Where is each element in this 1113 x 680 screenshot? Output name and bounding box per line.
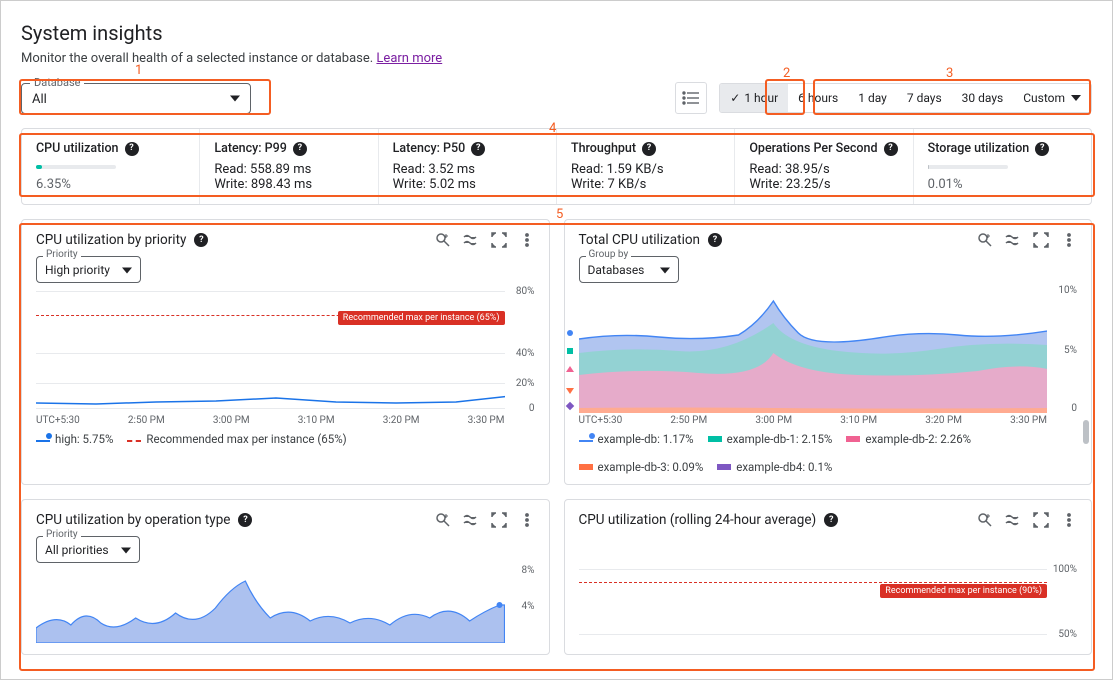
time-6hours[interactable]: 6 hours xyxy=(788,84,848,112)
check-icon: ✓ xyxy=(730,91,740,105)
page-subtitle: Monitor the overall health of a selected… xyxy=(21,51,1092,66)
help-icon[interactable]: ? xyxy=(238,513,252,527)
storage-spark xyxy=(928,165,1008,169)
fullscreen-icon[interactable] xyxy=(1033,232,1049,248)
chart-title: Total CPU utilization xyxy=(579,232,701,248)
compare-icon[interactable] xyxy=(1005,232,1021,248)
more-icon[interactable] xyxy=(519,512,535,528)
threshold-label: Recommended max per instance (90%) xyxy=(880,584,1047,598)
page-title: System insights xyxy=(21,21,1092,45)
scorecard-title: Storage utilization xyxy=(928,141,1030,156)
cpu-spark xyxy=(36,165,116,169)
more-icon[interactable] xyxy=(1061,512,1077,528)
legend: high: 5.75% Recommended max per instance… xyxy=(36,432,535,446)
series-end-markers xyxy=(565,328,1064,458)
help-icon[interactable]: ? xyxy=(884,142,898,156)
scorecards-row: CPU utilization? 6.35% Latency: P99? Rea… xyxy=(21,128,1092,205)
database-select-value: All xyxy=(32,92,47,107)
help-icon[interactable]: ? xyxy=(194,233,208,247)
fullscreen-icon[interactable] xyxy=(491,512,507,528)
fullscreen-icon[interactable] xyxy=(491,232,507,248)
compare-icon[interactable] xyxy=(463,232,479,248)
time-30days[interactable]: 30 days xyxy=(952,84,1014,112)
scorecard-value: 6.35% xyxy=(36,177,185,192)
explore-icon[interactable] xyxy=(977,232,993,248)
help-icon[interactable]: ? xyxy=(1035,142,1049,156)
priority-select-2[interactable]: Priority All priorities xyxy=(36,536,140,563)
card-cpu-by-priority: CPU utilization by priority? Priority Hi… xyxy=(21,219,550,485)
card-cpu-rolling: CPU utilization (rolling 24-hour average… xyxy=(564,499,1093,655)
database-select-label: Database xyxy=(30,76,84,89)
chevron-down-icon xyxy=(660,262,670,277)
more-icon[interactable] xyxy=(1061,232,1077,248)
scorecard-cpu: CPU utilization? 6.35% xyxy=(22,129,200,204)
chart-area: 100% Recommended max per instance (90%) … xyxy=(579,564,1078,644)
chart-grid: CPU utilization by priority? Priority Hi… xyxy=(21,219,1092,655)
chevron-down-icon xyxy=(1071,95,1081,101)
scorecard-write: Write: 23.25/s xyxy=(749,177,898,192)
xaxis: UTC+5:30 2:50 PM 3:00 PM 3:10 PM 3:20 PM… xyxy=(36,415,535,426)
groupby-select[interactable]: Group by Databases xyxy=(579,256,679,283)
compare-icon[interactable] xyxy=(1005,512,1021,528)
help-icon[interactable]: ? xyxy=(642,142,656,156)
priority-select[interactable]: Priority High priority xyxy=(36,256,141,283)
chevron-down-icon xyxy=(230,91,240,106)
scorecard-read: Read: 3.52 ms xyxy=(393,162,542,177)
chart-title: CPU utilization (rolling 24-hour average… xyxy=(579,512,817,528)
scorecard-throughput: Throughput? Read: 1.59 KB/s Write: 7 KB/… xyxy=(557,129,735,204)
scorecard-title: Latency: P50 xyxy=(393,141,466,156)
scorecard-write: Write: 898.43 ms xyxy=(214,177,363,192)
chevron-down-icon xyxy=(121,542,131,557)
chevron-down-icon xyxy=(122,262,132,277)
compare-icon[interactable] xyxy=(463,512,479,528)
scorecard-latency-p99: Latency: P99? Read: 558.89 ms Write: 898… xyxy=(200,129,378,204)
time-1day[interactable]: 1 day xyxy=(848,84,897,112)
help-icon[interactable]: ? xyxy=(708,233,722,247)
help-icon[interactable]: ? xyxy=(824,513,838,527)
scrollbar-thumb[interactable] xyxy=(1083,420,1089,444)
time-7days[interactable]: 7 days xyxy=(897,84,952,112)
area-plot xyxy=(36,563,505,643)
help-icon[interactable]: ? xyxy=(125,142,139,156)
scorecard-title: CPU utilization xyxy=(36,141,119,156)
scorecard-storage: Storage utilization? 0.01% xyxy=(914,129,1091,204)
scorecard-read: Read: 38.95/s xyxy=(749,162,898,177)
learn-more-link[interactable]: Learn more xyxy=(376,51,442,66)
card-total-cpu: Total CPU utilization? Group by Database… xyxy=(564,219,1093,485)
time-1hour[interactable]: ✓1 hour xyxy=(720,84,788,112)
more-icon[interactable] xyxy=(519,232,535,248)
help-icon[interactable]: ? xyxy=(293,142,307,156)
explore-icon[interactable] xyxy=(435,512,451,528)
list-icon xyxy=(682,91,700,105)
scorecard-ops: Operations Per Second? Read: 38.95/s Wri… xyxy=(735,129,913,204)
scorecard-title: Latency: P99 xyxy=(214,141,287,156)
scorecard-title: Operations Per Second xyxy=(749,141,877,156)
explore-icon[interactable] xyxy=(435,232,451,248)
scorecard-read: Read: 558.89 ms xyxy=(214,162,363,177)
list-view-button[interactable] xyxy=(675,82,707,114)
fullscreen-icon[interactable] xyxy=(1033,512,1049,528)
database-select[interactable]: Database All xyxy=(21,83,251,114)
scorecard-latency-p50: Latency: P50? Read: 3.52 ms Write: 5.02 … xyxy=(379,129,557,204)
time-range-selector: ✓1 hour 6 hours 1 day 7 days 30 days Cus… xyxy=(719,83,1092,113)
explore-icon[interactable] xyxy=(977,512,993,528)
time-custom[interactable]: Custom xyxy=(1013,84,1091,112)
scorecard-value: 0.01% xyxy=(928,177,1077,192)
chart-area: 10% 5% 0 xyxy=(579,283,1078,413)
line-plot xyxy=(36,283,505,413)
chart-area: 8% 4% xyxy=(36,563,535,643)
subtitle-text: Monitor the overall health of a selected… xyxy=(21,51,376,66)
card-cpu-by-optype: CPU utilization by operation type? Prior… xyxy=(21,499,550,655)
chart-area: 80% Recommended max per instance (65%) 4… xyxy=(36,283,535,413)
chart-title: CPU utilization by operation type xyxy=(36,512,230,528)
help-icon[interactable]: ? xyxy=(471,142,485,156)
scorecard-write: Write: 5.02 ms xyxy=(393,177,542,192)
scorecard-read: Read: 1.59 KB/s xyxy=(571,162,720,177)
chart-title: CPU utilization by priority xyxy=(36,232,186,248)
scorecard-write: Write: 7 KB/s xyxy=(571,177,720,192)
scorecard-title: Throughput xyxy=(571,141,636,156)
